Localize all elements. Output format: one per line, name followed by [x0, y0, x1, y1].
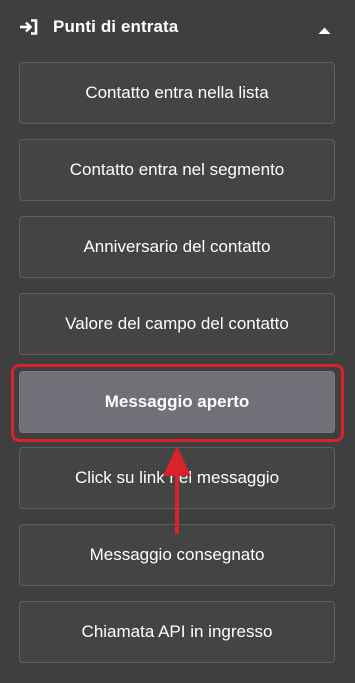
entry-points-panel: Punti di entrata Contatto entra nella li…	[0, 0, 355, 683]
sign-in-icon	[20, 19, 38, 35]
entry-option-segment-join[interactable]: Contatto entra nel segmento	[19, 139, 335, 201]
entry-option-message-delivered[interactable]: Messaggio consegnato	[19, 524, 335, 586]
entry-option-anniversary[interactable]: Anniversario del contatto	[19, 216, 335, 278]
section-header-entry-points[interactable]: Punti di entrata	[0, 0, 355, 54]
entry-option-link-click[interactable]: Click su link nel messaggio	[19, 447, 335, 509]
entry-option-label: Chiamata API in ingresso	[81, 622, 273, 641]
entry-option-label: Contatto entra nel segmento	[69, 160, 285, 179]
entry-option-list-join[interactable]: Contatto entra nella lista	[19, 62, 335, 124]
entry-option-label: Messaggio consegnato	[89, 545, 265, 564]
entry-option-label: Click su link nel messaggio	[74, 468, 280, 487]
entry-option-label: Anniversario del contatto	[83, 237, 271, 256]
entry-option-label: Contatto entra nella lista	[85, 83, 269, 102]
entry-option-label: Valore del campo del contatto	[65, 314, 289, 333]
entry-option-api-call[interactable]: Chiamata API in ingresso	[19, 601, 335, 663]
entry-option-label: Messaggio aperto	[104, 392, 250, 411]
caret-up-icon[interactable]	[318, 22, 331, 34]
entry-option-field-value[interactable]: Valore del campo del contatto	[19, 293, 335, 355]
entry-option-message-opened[interactable]: Messaggio aperto	[19, 371, 335, 433]
section-title: Punti di entrata	[53, 17, 179, 36]
